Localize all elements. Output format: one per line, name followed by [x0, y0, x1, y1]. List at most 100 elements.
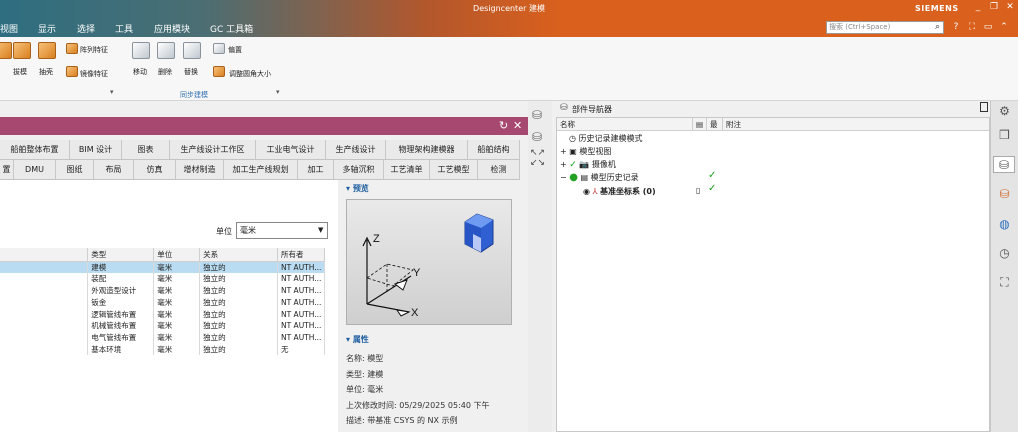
col-relation-header[interactable]: 关系	[199, 248, 278, 262]
tab-partial[interactable]: 置	[0, 160, 14, 180]
roles-icon[interactable]: ⛶	[996, 274, 1013, 291]
table-row[interactable]: 建模 毫米 独立的 NT AUTH...	[0, 261, 326, 273]
replace-button-label[interactable]: 替换	[184, 67, 198, 77]
layout-icon[interactable]: ▭	[982, 21, 994, 33]
visibility-toggle-icon[interactable]: ◉	[583, 187, 590, 196]
col-latest-header[interactable]: 最	[707, 118, 723, 131]
menu-app-modules[interactable]: 应用模块	[154, 22, 190, 35]
table-row[interactable]: 外观造型设计 毫米 独立的 NT AUTH...	[0, 284, 326, 297]
tab-process-model[interactable]: 工艺模型	[430, 160, 478, 180]
fullscreen-icon[interactable]: ⛶	[966, 21, 978, 33]
tab-dmu[interactable]: DMU	[14, 160, 56, 180]
tab-inspection[interactable]: 检测	[478, 160, 520, 180]
tab-bim-design[interactable]: BIM 设计	[70, 140, 122, 160]
command-search-input[interactable]: 搜索 (Ctrl+Space)	[826, 21, 944, 34]
tab-line-design-workspace[interactable]: 生产线设计工作区	[170, 140, 256, 160]
properties-section-toggle[interactable]: ▾ 属性	[346, 334, 369, 345]
maximize-panel-icon[interactable]	[980, 102, 988, 112]
move-face-icon[interactable]	[132, 42, 150, 59]
collapse-ribbon-icon[interactable]: ⌃	[998, 21, 1010, 33]
tab-machining[interactable]: 加工	[298, 160, 334, 180]
tab-electrical-design[interactable]: 工业电气设计	[256, 140, 326, 160]
delete-face-icon[interactable]	[157, 42, 175, 59]
ribbon-partial-icon[interactable]	[0, 42, 12, 59]
table-row[interactable]: 机械管线布置 毫米 独立的 NT AUTH...	[0, 319, 326, 332]
reuse-library-icon[interactable]: ⛁	[996, 186, 1013, 203]
preview-section-toggle[interactable]: ▾ 预览	[346, 183, 369, 194]
ribbon-group-expander-icon[interactable]: ▾	[276, 88, 280, 96]
tree-node-datum-csys[interactable]: ◉ ⅄ 基准坐标系 (0)	[583, 186, 656, 197]
mirror-feature-button[interactable]: 镜像特征	[80, 69, 108, 79]
collapse-icon[interactable]: −	[560, 173, 567, 182]
reset-icon[interactable]: ↻	[499, 119, 508, 132]
dialog-title-bar[interactable]	[0, 117, 528, 135]
table-row[interactable]: 基本环境 毫米 独立的无	[0, 343, 326, 356]
tree-node-model-history[interactable]: − ● ▤ 模型历史记录	[560, 172, 639, 183]
assembly-nav-icon[interactable]: ⛁	[532, 108, 542, 122]
expand-icon[interactable]: +	[560, 160, 567, 169]
tab-ship-structure[interactable]: 船舶结构	[468, 140, 520, 160]
shell-icon[interactable]	[38, 42, 56, 59]
expand-icon[interactable]: +	[560, 147, 567, 156]
tab-process-list[interactable]: 工艺清单	[384, 160, 430, 180]
help-icon[interactable]: ?	[950, 21, 962, 33]
col-owner-header[interactable]: 所有者	[277, 248, 326, 262]
status-info-icon: ▯	[696, 186, 701, 195]
expand-arrows-icon[interactable]: ↖↗ ↙↘	[530, 148, 546, 168]
resize-blend-button[interactable]: 调整圆角大小	[229, 69, 271, 79]
col-name-header[interactable]: 名称	[557, 118, 693, 131]
menu-display[interactable]: 显示	[38, 22, 56, 35]
resize-blend-icon[interactable]	[213, 66, 225, 77]
tab-diagram[interactable]: 图表	[122, 140, 170, 160]
web-browser-icon[interactable]: ◍	[996, 216, 1013, 233]
pattern-feature-icon[interactable]	[66, 43, 78, 54]
menu-select[interactable]: 选择	[77, 22, 95, 35]
chevron-down-icon[interactable]: ▼	[318, 226, 323, 234]
tab-layout[interactable]: 布局	[94, 160, 134, 180]
search-icon[interactable]: ⌕	[932, 22, 943, 33]
menu-tools[interactable]: 工具	[115, 22, 133, 35]
col-status-header[interactable]: ▤	[693, 118, 707, 131]
ribbon-group-expander-icon[interactable]: ▾	[110, 88, 114, 96]
settings-icon[interactable]: ⚙	[996, 103, 1013, 120]
mirror-feature-icon[interactable]	[66, 66, 78, 77]
col-unit-header[interactable]: 单位	[153, 248, 201, 262]
constraint-nav-icon[interactable]: ⛁	[532, 130, 542, 144]
replace-face-icon[interactable]	[183, 42, 201, 59]
offset-button[interactable]: 偏置	[228, 45, 242, 55]
draft-icon[interactable]	[13, 42, 31, 59]
tree-node-model-views[interactable]: + ▣ 模型视图	[560, 146, 611, 157]
tab-machining-line-planning[interactable]: 加工生产线规划	[224, 160, 298, 180]
offset-icon[interactable]	[213, 43, 225, 54]
minimize-icon[interactable]: _	[972, 2, 984, 12]
shell-button-label[interactable]: 抽壳	[39, 67, 53, 77]
part-navigator-tab-icon[interactable]: ⛁	[993, 156, 1015, 173]
table-row[interactable]: 电气管线布置 毫米 独立的 NT AUTH...	[0, 331, 326, 344]
close-window-icon[interactable]: ✕	[1004, 2, 1016, 12]
menu-view[interactable]: 视图	[0, 22, 18, 35]
history-clock-icon[interactable]: ◷	[996, 245, 1013, 262]
table-row[interactable]: 装配 毫米 独立的 NT AUTH...	[0, 272, 326, 285]
col-notes-header[interactable]: 附注	[723, 118, 989, 131]
tab-simulation[interactable]: 仿真	[134, 160, 176, 180]
tab-multi-axis-deposition[interactable]: 多轴沉积	[334, 160, 384, 180]
part-icon[interactable]: ❒	[996, 127, 1013, 144]
tab-drawing[interactable]: 图纸	[56, 160, 94, 180]
table-row[interactable]: 逻辑管线布置 毫米 独立的 NT AUTH...	[0, 308, 326, 320]
pattern-feature-button[interactable]: 阵列特征	[80, 45, 108, 55]
menu-gc-toolbox[interactable]: GC 工具箱	[210, 22, 253, 35]
table-row[interactable]: 钣金 毫米 独立的 NT AUTH...	[0, 296, 326, 309]
tab-line-design[interactable]: 生产线设计	[326, 140, 386, 160]
tab-additive[interactable]: 增材制造	[176, 160, 224, 180]
tree-node-cameras[interactable]: + ✓ 📷 摄像机	[560, 159, 616, 170]
restore-icon[interactable]: ❐	[988, 2, 1000, 12]
tab-ship-general-arrangement[interactable]: 船舶整体布置	[0, 140, 70, 160]
tab-physical-architecture[interactable]: 物理架构建模器	[386, 140, 468, 160]
draft-button-label[interactable]: 拔模	[13, 67, 27, 77]
close-dialog-icon[interactable]: ✕	[513, 119, 522, 132]
delete-button-label[interactable]: 删除	[158, 67, 172, 77]
tree-node-history-mode[interactable]: ◷ 历史记录建模模式	[569, 133, 643, 144]
col-type-header[interactable]: 类型	[87, 248, 155, 262]
move-button-label[interactable]: 移动	[133, 67, 147, 77]
unit-select[interactable]: 毫米	[236, 222, 328, 239]
